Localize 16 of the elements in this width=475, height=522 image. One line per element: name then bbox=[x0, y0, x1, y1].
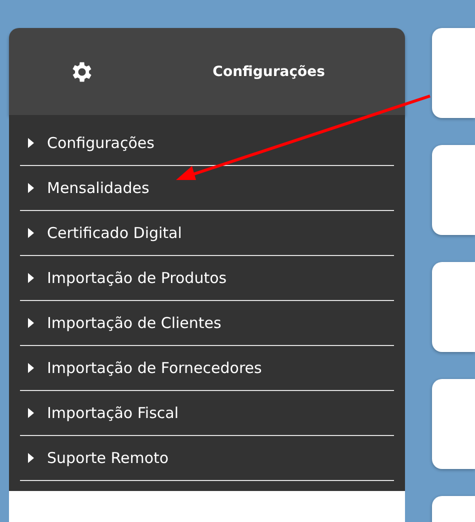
menu-item[interactable]: Certificado Digital bbox=[20, 211, 394, 256]
caret-icon bbox=[28, 138, 34, 148]
header-title: Configurações bbox=[212, 64, 325, 80]
menu-item[interactable]: Configurações bbox=[20, 121, 394, 166]
caret-icon bbox=[28, 363, 34, 373]
menu-item[interactable]: Suporte Remoto bbox=[20, 436, 394, 481]
caret-icon bbox=[28, 228, 34, 238]
menu-item[interactable]: Importação de Clientes bbox=[20, 301, 394, 346]
caret-icon bbox=[28, 183, 34, 193]
menu-item[interactable]: Importação de Produtos bbox=[20, 256, 394, 301]
menu-item[interactable]: Importação de Fornecedores bbox=[20, 346, 394, 391]
caret-icon bbox=[28, 453, 34, 463]
caret-icon bbox=[28, 408, 34, 418]
caret-icon bbox=[28, 318, 34, 328]
menu-item[interactable]: Importação Fiscal bbox=[20, 391, 394, 436]
caret-icon bbox=[28, 273, 34, 283]
